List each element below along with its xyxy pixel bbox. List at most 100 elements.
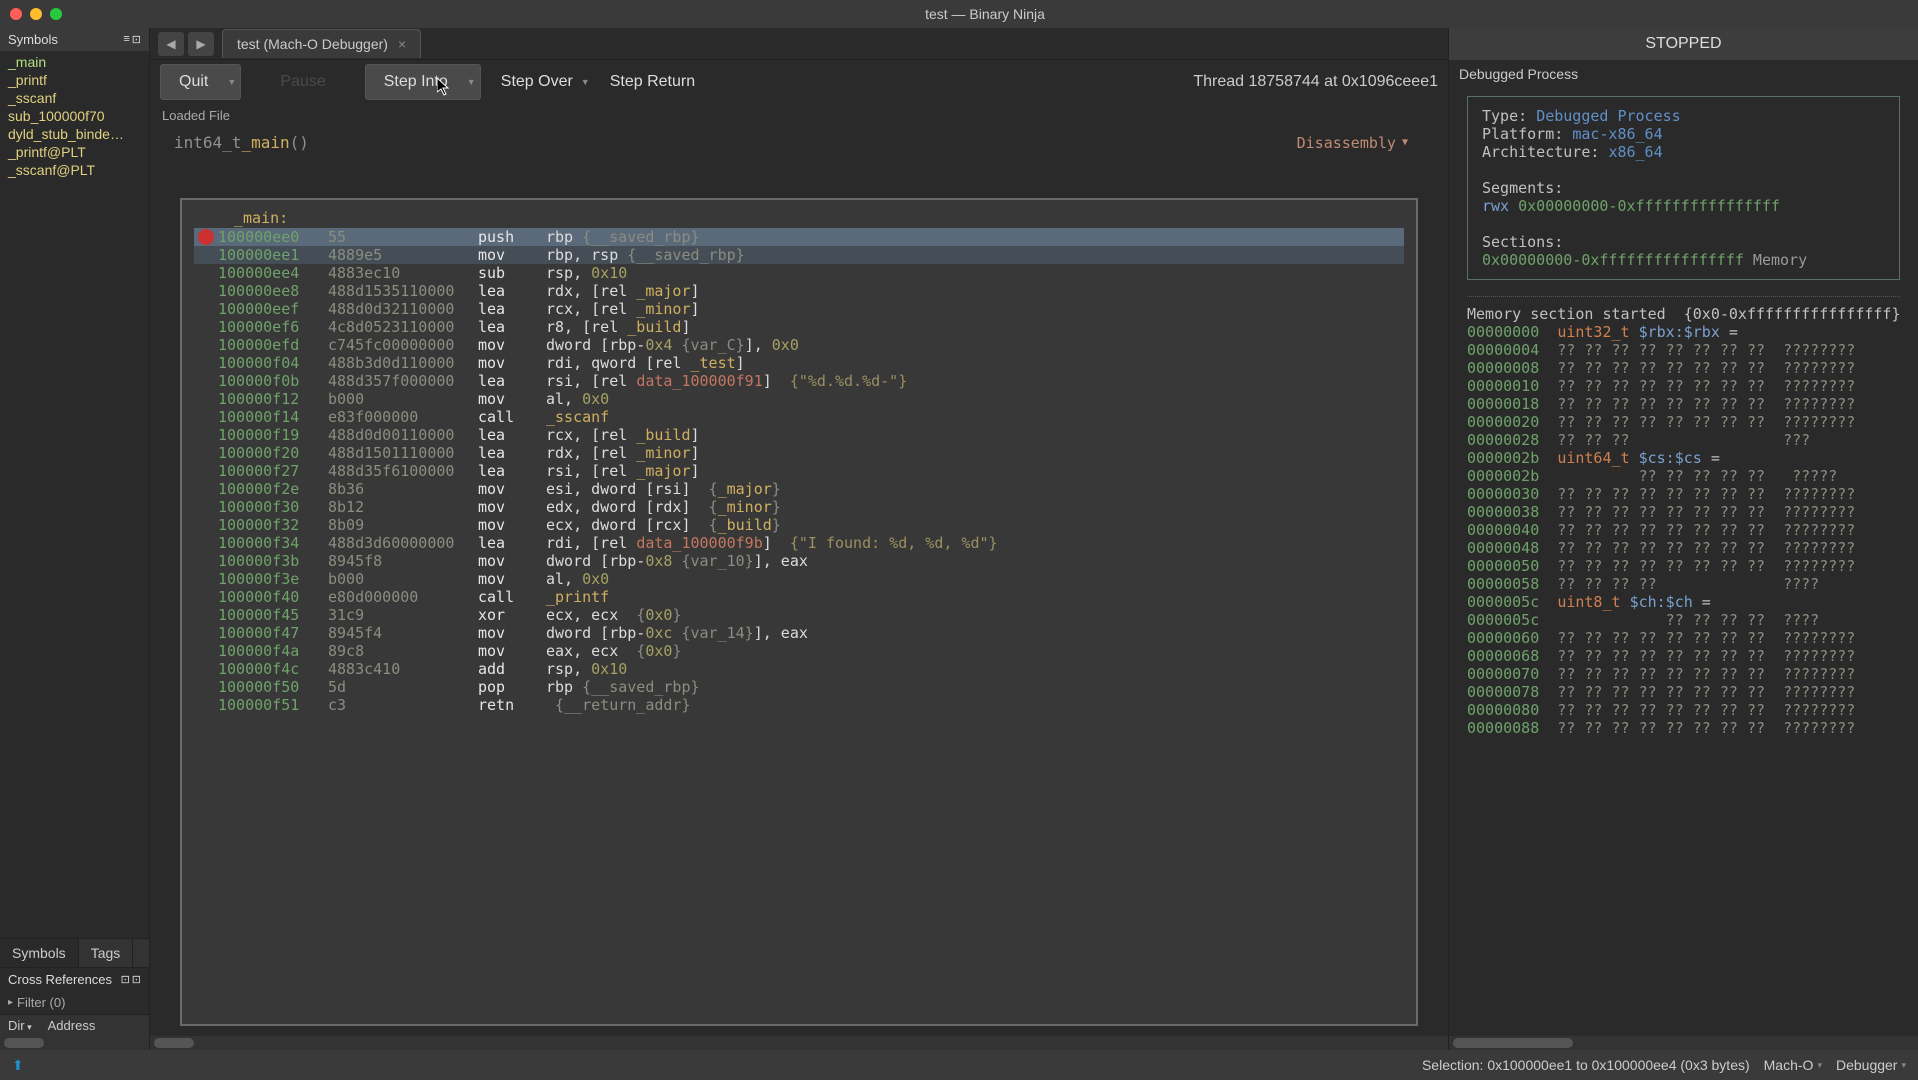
breakpoint-icon[interactable]	[198, 625, 214, 641]
breakpoint-icon[interactable]	[198, 463, 214, 479]
breakpoint-icon[interactable]	[198, 391, 214, 407]
debugged-process-label: Debugged Process	[1449, 60, 1918, 88]
step-into-dropdown-icon[interactable]: ▼	[463, 64, 481, 100]
breakpoint-icon[interactable]	[198, 337, 214, 353]
asm-line[interactable]: 100000f19488d0d00110000learcx, [rel _bui…	[194, 426, 1404, 444]
asm-line[interactable]: 100000f20488d1501110000leardx, [rel _min…	[194, 444, 1404, 462]
asm-line[interactable]: 100000ef64c8d0523110000lear8, [rel _buil…	[194, 318, 1404, 336]
asm-line[interactable]: 100000f3b8945f8movdword [rbp-0x8 {var_10…	[194, 552, 1404, 570]
close-tab-icon[interactable]: ×	[398, 36, 406, 52]
step-into-button[interactable]: Step Into	[365, 64, 467, 100]
breakpoint-icon[interactable]	[198, 283, 214, 299]
breakpoint-icon[interactable]	[198, 517, 214, 533]
breakpoint-icon[interactable]	[198, 607, 214, 623]
arch-menu[interactable]: Mach-O	[1764, 1057, 1822, 1073]
asm-line[interactable]: 100000f328b09movecx, dword [rcx] {_build…	[194, 516, 1404, 534]
debugger-menu[interactable]: Debugger	[1836, 1057, 1906, 1073]
statusbar: ⬆ Selection: 0x100000ee1 to 0x100000ee4 …	[0, 1050, 1918, 1080]
breakpoint-icon[interactable]	[198, 499, 214, 515]
breakpoint-icon[interactable]	[198, 355, 214, 371]
asm-line[interactable]: 100000f04488b3d0d110000movrdi, qword [re…	[194, 354, 1404, 372]
asm-line[interactable]: 100000ee44883ec10subrsp, 0x10	[194, 264, 1404, 282]
memory-line: 00000058 ?? ?? ?? ?? ????	[1467, 575, 1900, 593]
nav-forward-icon[interactable]: ▶	[188, 32, 214, 56]
asm-line[interactable]: 100000f3eb000moval, 0x0	[194, 570, 1404, 588]
breakpoint-icon[interactable]	[198, 553, 214, 569]
asm-line[interactable]: 100000ee8488d1535110000leardx, [rel _maj…	[194, 282, 1404, 300]
disassembly-view[interactable]: _main: 100000ee055pushrbp {__saved_rbp}1…	[180, 198, 1418, 1026]
symbol-item[interactable]: _printf	[0, 71, 149, 89]
asm-line[interactable]: 100000f478945f4movdword [rbp-0xc {var_14…	[194, 624, 1404, 642]
right-scrollbar[interactable]	[1449, 1036, 1918, 1050]
breakpoint-icon[interactable]	[198, 319, 214, 335]
breakpoint-icon[interactable]	[198, 301, 214, 317]
breakpoint-icon[interactable]	[198, 643, 214, 659]
minimize-icon[interactable]	[30, 8, 42, 20]
tab-symbols[interactable]: Symbols	[0, 939, 79, 967]
status-arrow-icon[interactable]: ⬆	[12, 1057, 24, 1074]
asm-line[interactable]: 100000f4a89c8moveax, ecx {0x0}	[194, 642, 1404, 660]
asm-line[interactable]: 100000f14e83f000000call_sscanf	[194, 408, 1404, 426]
asm-line[interactable]: 100000f51c3retn {__return_addr}	[194, 696, 1404, 714]
symbol-item[interactable]: sub_100000f70	[0, 107, 149, 125]
step-return-button[interactable]: Step Return	[610, 73, 695, 91]
xrefs-dir-col[interactable]: Dir	[0, 1015, 40, 1036]
asm-line[interactable]: 100000f34488d3d60000000leardi, [rel data…	[194, 534, 1404, 552]
symbol-item[interactable]: _sscanf@PLT	[0, 161, 149, 179]
xrefs-filter[interactable]: Filter (0)	[0, 991, 149, 1014]
asm-line[interactable]: 100000efdc745fc00000000movdword [rbp-0x4…	[194, 336, 1404, 354]
symbol-item[interactable]: dyld_stub_binde…	[0, 125, 149, 143]
asm-line[interactable]: 100000f12b000moval, 0x0	[194, 390, 1404, 408]
view-mode-select[interactable]: Disassembly ▼	[1297, 134, 1408, 152]
memory-line: 00000040 ?? ?? ?? ?? ?? ?? ?? ?? ???????…	[1467, 521, 1900, 539]
xrefs-icon2[interactable]: ⊡	[132, 973, 141, 986]
asm-line[interactable]: 100000f4c4883c410addrsp, 0x10	[194, 660, 1404, 678]
asm-line[interactable]: 100000f27488d35f6100000learsi, [rel _maj…	[194, 462, 1404, 480]
asm-line[interactable]: 100000ee055pushrbp {__saved_rbp}	[194, 228, 1404, 246]
breakpoint-icon[interactable]	[198, 661, 214, 677]
asm-line[interactable]: 100000f308b12movedx, dword [rdx] {_minor…	[194, 498, 1404, 516]
symbol-item[interactable]: _printf@PLT	[0, 143, 149, 161]
asm-line[interactable]: 100000eef488d0d32110000learcx, [rel _min…	[194, 300, 1404, 318]
file-tab[interactable]: test (Mach-O Debugger) ×	[222, 29, 421, 58]
memory-view[interactable]: Memory section started {0x0-0xffffffffff…	[1449, 305, 1918, 1036]
quit-dropdown-icon[interactable]: ▼	[223, 64, 241, 100]
breakpoint-icon[interactable]	[198, 697, 214, 713]
nav-back-icon[interactable]: ◀	[158, 32, 184, 56]
center-scrollbar[interactable]	[150, 1036, 1448, 1050]
step-over-button[interactable]: Step Over▼	[501, 73, 590, 91]
sidebar-scrollbar[interactable]	[0, 1036, 149, 1050]
breakpoint-icon[interactable]	[198, 571, 214, 587]
debug-status: STOPPED	[1449, 28, 1918, 60]
symbol-item[interactable]: _main	[0, 53, 149, 71]
symbols-collapse-icon[interactable]: ⊡	[132, 33, 141, 46]
window-controls	[10, 8, 62, 20]
symbol-item[interactable]: _sscanf	[0, 89, 149, 107]
quit-button[interactable]: Quit	[160, 64, 227, 100]
breakpoint-icon[interactable]	[198, 229, 214, 245]
asm-line[interactable]: 100000f4531c9xorecx, ecx {0x0}	[194, 606, 1404, 624]
maximize-icon[interactable]	[50, 8, 62, 20]
breakpoint-icon[interactable]	[198, 427, 214, 443]
breakpoint-icon[interactable]	[198, 247, 214, 263]
breakpoint-icon[interactable]	[198, 679, 214, 695]
tab-tags[interactable]: Tags	[79, 939, 134, 967]
breakpoint-icon[interactable]	[198, 445, 214, 461]
breakpoint-icon[interactable]	[198, 481, 214, 497]
symbols-sort-icon[interactable]: ≡	[123, 33, 129, 46]
breakpoint-icon[interactable]	[198, 535, 214, 551]
asm-line[interactable]: 100000f2e8b36movesi, dword [rsi] {_major…	[194, 480, 1404, 498]
breakpoint-icon[interactable]	[198, 265, 214, 281]
close-icon[interactable]	[10, 8, 22, 20]
xrefs-addr-col[interactable]: Address	[40, 1015, 104, 1036]
memory-line: 0000002b ?? ?? ?? ?? ?? ?????	[1467, 467, 1900, 485]
asm-line[interactable]: 100000ee14889e5movrbp, rsp {__saved_rbp}	[194, 246, 1404, 264]
asm-line[interactable]: 100000f505dpoprbp {__saved_rbp}	[194, 678, 1404, 696]
breakpoint-icon[interactable]	[198, 373, 214, 389]
breakpoint-icon[interactable]	[198, 409, 214, 425]
asm-line[interactable]: 100000f40e80d000000call_printf	[194, 588, 1404, 606]
xrefs-icon1[interactable]: ⊡	[121, 973, 130, 986]
asm-line[interactable]: 100000f0b488d357f000000learsi, [rel data…	[194, 372, 1404, 390]
breakpoint-icon[interactable]	[198, 589, 214, 605]
memory-line: 00000050 ?? ?? ?? ?? ?? ?? ?? ?? ???????…	[1467, 557, 1900, 575]
